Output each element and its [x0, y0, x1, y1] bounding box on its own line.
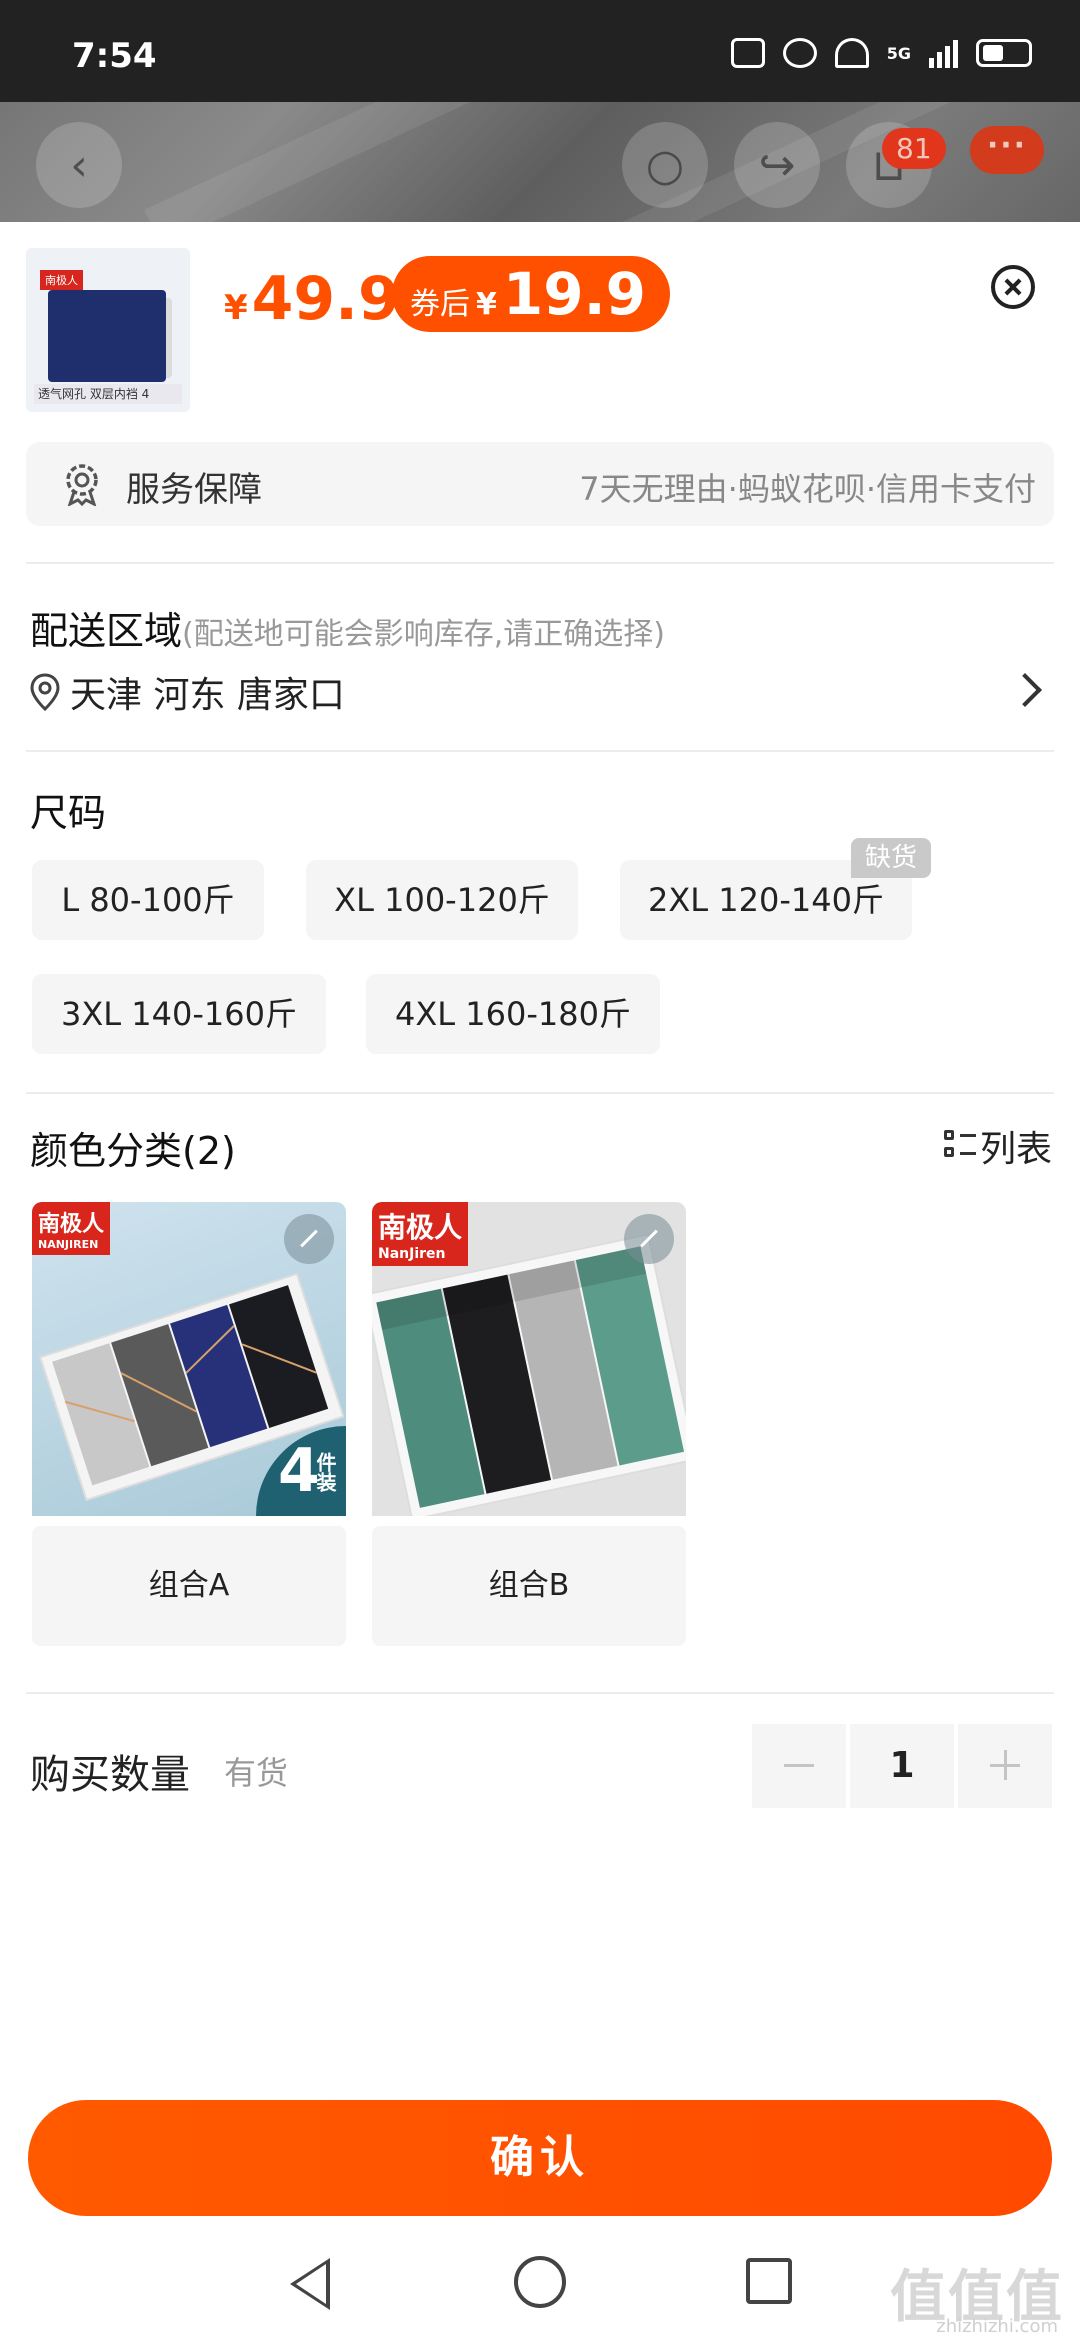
coupon-price-badge: 券后 ¥ 19.9 [392, 256, 670, 332]
color-b-brand: 南极人 [378, 1211, 463, 1244]
search-icon[interactable]: ○ [622, 122, 708, 208]
color-section-title: 颜色分类(2) [30, 1129, 236, 1173]
coupon-label: 券后 [410, 287, 470, 322]
wifi-icon [834, 38, 869, 68]
increase-button[interactable] [958, 1724, 1052, 1808]
color-a-brand-tag: 南极人 NANJIREN [32, 1202, 111, 1255]
service-guarantee-row[interactable]: 服务保障 7天无理由·蚂蚁花呗·信用卡支付 [26, 442, 1054, 526]
service-detail: 7天无理由·蚂蚁花呗·信用卡支付 [579, 470, 1036, 508]
sku-selection-sheet: 南极人 透气网孔 双层内裆 4 ¥ 49.9 券后 ¥ 19.9 服务保障 7天… [0, 222, 1080, 2340]
share-icon[interactable]: ↪ [734, 122, 820, 208]
quantity-title: 购买数量 [30, 1752, 190, 1798]
color-b-brand-sub: NanJiren [378, 1246, 446, 1262]
thumb-brand-logo: 南极人 [40, 270, 83, 290]
status-icons: 5G [730, 38, 1032, 68]
badge-icon [66, 464, 98, 506]
battery-icon [976, 39, 1032, 67]
thumb-caption: 透气网孔 双层内裆 4 [34, 384, 182, 404]
delivery-address: 天津 河东 唐家口 [70, 675, 345, 716]
close-icon[interactable] [991, 265, 1035, 309]
divider [26, 1092, 1054, 1094]
location-pin-icon [30, 673, 60, 711]
service-title: 服务保障 [126, 470, 262, 510]
confirm-button[interactable]: 确认 [28, 2100, 1052, 2216]
quantity-value[interactable]: 1 [850, 1724, 954, 1808]
nfc-icon [730, 38, 765, 68]
thumb-pack-front [48, 290, 166, 382]
product-thumbnail[interactable]: 南极人 透气网孔 双层内裆 4 [26, 248, 190, 412]
color-a-brand: 南极人 [38, 1212, 105, 1237]
size-option-l[interactable]: L 80-100斤 [32, 860, 264, 940]
color-b-brand-tag: 南极人 NanJiren [372, 1202, 469, 1266]
delivery-subtitle: (配送地可能会影响库存,请正确选择) [182, 617, 665, 652]
decrease-button[interactable] [752, 1724, 846, 1808]
status-time: 7:54 [72, 36, 157, 76]
divider [26, 562, 1054, 564]
chevron-right-icon[interactable] [1008, 673, 1042, 707]
delivery-section-title: 配送区域(配送地可能会影响库存,请正确选择) [30, 600, 665, 655]
price-currency: ¥ [224, 288, 248, 328]
original-price: ¥ 49.9 [224, 264, 400, 334]
color-option-a[interactable]: 南极人 NANJIREN 4 件装 组合A [32, 1202, 346, 1646]
more-menu-button[interactable]: ··· [970, 126, 1044, 174]
color-option-a-image[interactable]: 南极人 NANJIREN 4 件装 [32, 1202, 346, 1516]
color-option-b[interactable]: 南极人 NanJiren 组合B [372, 1202, 686, 1646]
size-option-xl[interactable]: XL 100-120斤 [306, 860, 578, 940]
coupon-currency: ¥ [476, 287, 497, 322]
color-option-a-label[interactable]: 组合A [32, 1526, 346, 1646]
list-view-icon [943, 1130, 976, 1162]
nav-back-icon[interactable] [290, 2258, 330, 2310]
divider [26, 1692, 1054, 1694]
size-option-4xl[interactable]: 4XL 160-180斤 [366, 974, 660, 1054]
price-value: 49.9 [251, 264, 400, 334]
size-option-3xl[interactable]: 3XL 140-160斤 [32, 974, 326, 1054]
delivery-title: 配送区域 [30, 609, 183, 653]
expand-icon[interactable] [284, 1214, 334, 1264]
watermark-url: zhizhizhi.com [936, 2316, 1058, 2337]
cart-count-badge: 81 [882, 128, 946, 169]
signal-icon [929, 38, 958, 68]
color-option-b-image[interactable]: 南极人 NanJiren [372, 1202, 686, 1516]
coupon-price: 19.9 [502, 260, 646, 328]
color-a-brand-sub: NANJIREN [38, 1238, 99, 1251]
nav-home-icon[interactable] [514, 2256, 566, 2308]
size-section-title: 尺码 [30, 791, 107, 835]
list-view-label: 列表 [979, 1129, 1052, 1170]
quantity-stepper: 1 [752, 1724, 1052, 1808]
pack-unit: 件装 [313, 1452, 337, 1492]
nav-recents-icon[interactable] [746, 2258, 792, 2304]
back-button[interactable]: ‹ [36, 122, 122, 208]
expand-icon[interactable] [624, 1214, 674, 1264]
network-type: 5G [886, 43, 911, 63]
stock-status: 有货 [224, 1754, 289, 1792]
sold-out-tag: 缺货 [851, 838, 931, 878]
delivery-address-row[interactable]: 天津 河东 唐家口 [30, 666, 345, 718]
divider [26, 750, 1054, 752]
color-option-b-label[interactable]: 组合B [372, 1526, 686, 1646]
alarm-icon [782, 38, 817, 68]
status-bar: 7:54 5G [0, 0, 1080, 102]
list-view-toggle[interactable]: 列表 [943, 1120, 1052, 1172]
